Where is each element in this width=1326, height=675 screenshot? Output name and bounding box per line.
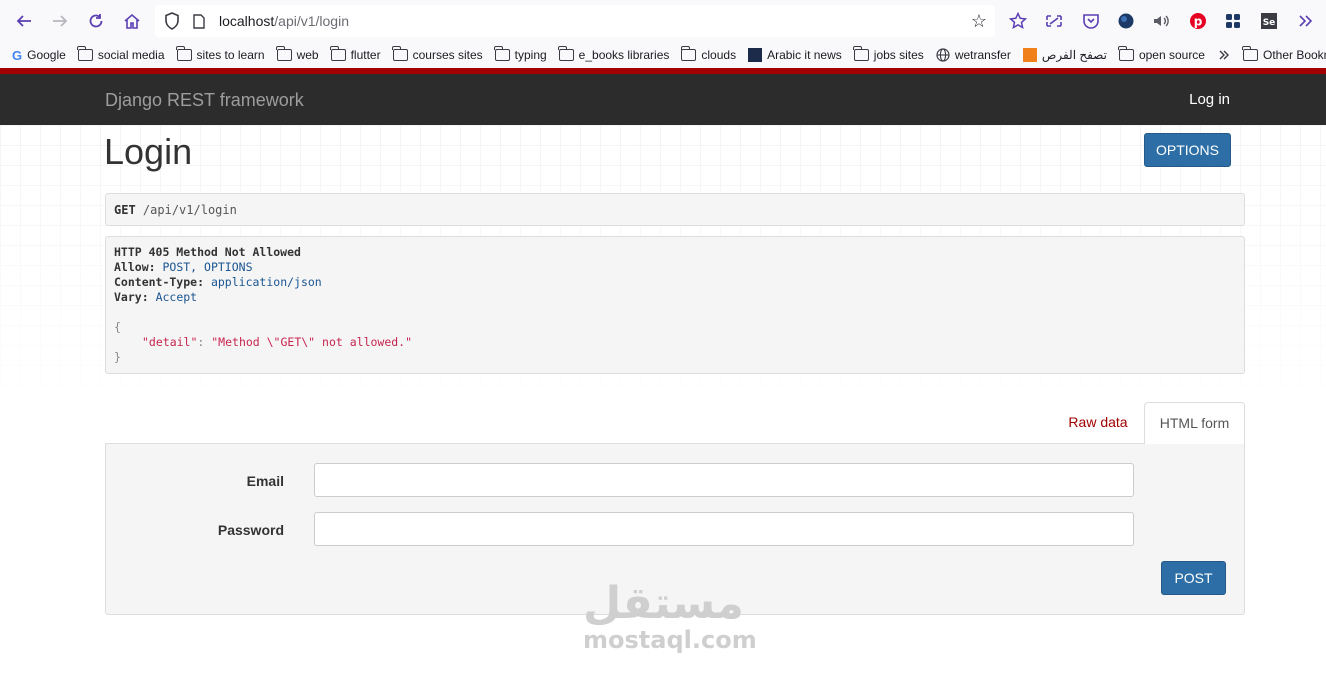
pocket-icon[interactable] — [1080, 10, 1102, 32]
bookmark-site[interactable]: wetransfer — [936, 44, 1011, 66]
request-path: /api/v1/login — [142, 203, 237, 217]
folder-icon — [494, 46, 510, 61]
tab-raw-data[interactable]: Raw data — [1058, 402, 1138, 443]
bookmark-folder[interactable]: sites to learn — [176, 44, 265, 66]
email-label: Email — [246, 473, 284, 489]
response-info: HTTP 405 Method Not Allowed Allow: POST,… — [105, 236, 1245, 374]
folder-icon — [77, 46, 93, 61]
folder-icon — [680, 46, 697, 61]
overflow-menu-icon[interactable] — [1294, 10, 1316, 32]
other-bookmarks[interactable]: Other Bookm — [1242, 44, 1326, 66]
json-close-brace: } — [114, 350, 121, 364]
folder-icon — [853, 46, 869, 61]
tab-html-form[interactable]: HTML form — [1144, 402, 1245, 444]
page-title: Login — [104, 131, 193, 172]
login-link[interactable]: Log in — [1189, 91, 1230, 108]
response-header: Allow: POST, OPTIONS — [114, 260, 253, 274]
bookmark-folder[interactable]: flutter — [330, 44, 381, 66]
folder-icon — [276, 46, 292, 61]
bookmark-folder[interactable]: jobs sites — [853, 44, 924, 66]
extension-star-icon[interactable] — [1007, 10, 1029, 32]
bookmark-site[interactable]: Arabic it news — [748, 44, 842, 66]
svg-text:Se: Se — [1263, 18, 1276, 28]
bookmark-folder[interactable]: clouds — [680, 44, 736, 66]
vpn-globe-icon[interactable] — [1115, 10, 1137, 32]
site-icon — [1022, 48, 1037, 62]
folder-icon — [176, 46, 192, 61]
site-icon — [748, 48, 763, 62]
bookmark-folder[interactable]: social media — [77, 44, 165, 66]
password-label: Password — [217, 522, 284, 538]
password-field[interactable] — [314, 512, 1134, 546]
folder-icon — [392, 46, 408, 61]
request-info: GET /api/v1/login — [105, 193, 1245, 226]
json-body-line: "detail": "Method \"GET\" not allowed." — [142, 335, 413, 349]
request-method: GET — [114, 203, 136, 217]
home-icon[interactable] — [114, 3, 150, 39]
folder-icon — [1242, 46, 1258, 61]
navbar: Django REST framework Log in — [0, 74, 1326, 125]
response-header: Content-Type: application/json — [114, 275, 322, 289]
json-open-brace: { — [114, 320, 121, 334]
folder-icon — [330, 46, 346, 61]
back-arrow-icon[interactable] — [6, 3, 42, 39]
bookmark-folder[interactable]: typing — [494, 44, 547, 66]
speaker-icon[interactable] — [1150, 10, 1172, 32]
watermark: مستقل mostaql.com — [583, 578, 757, 654]
globe-icon — [936, 48, 950, 62]
post-button[interactable]: POST — [1161, 561, 1226, 595]
watermark-arabic: مستقل — [583, 578, 744, 629]
bookmark-google[interactable]: G Google — [12, 44, 66, 66]
bookmarks-bar: G Google social media sites to learn web … — [0, 42, 1326, 68]
extension-screenshot-icon[interactable] — [1043, 10, 1065, 32]
bookmark-folder[interactable]: open source — [1118, 44, 1205, 66]
forward-arrow-icon[interactable] — [42, 3, 78, 39]
bookmarks-overflow-icon[interactable] — [1217, 44, 1231, 66]
email-field[interactable] — [314, 463, 1134, 497]
bookmark-folder[interactable]: courses sites — [392, 44, 483, 66]
svg-text:p: p — [1194, 15, 1203, 29]
selenium-icon[interactable]: Se — [1258, 10, 1280, 32]
shield-icon[interactable] — [163, 12, 181, 30]
url-text[interactable]: localhost/api/v1/login — [219, 13, 349, 29]
bookmark-folder[interactable]: web — [276, 44, 319, 66]
pinterest-icon[interactable]: p — [1187, 10, 1209, 32]
bookmark-folder[interactable]: e_books libraries — [558, 44, 669, 66]
address-bar[interactable]: localhost/api/v1/login ☆ — [155, 5, 995, 37]
brand-link[interactable]: Django REST framework — [105, 90, 304, 111]
response-header: Vary: Accept — [114, 290, 198, 304]
bookmark-site[interactable]: تصفح الفرص — [1022, 44, 1107, 66]
page-icon — [191, 13, 207, 29]
watermark-latin: mostaql.com — [583, 626, 757, 654]
response-status: HTTP 405 Method Not Allowed — [114, 245, 301, 259]
bookmark-star-icon[interactable]: ☆ — [969, 11, 989, 31]
google-icon: G — [12, 47, 23, 63]
options-button[interactable]: OPTIONS — [1144, 133, 1231, 167]
folder-icon — [558, 46, 574, 61]
reload-icon[interactable] — [78, 3, 114, 39]
grid-extension-icon[interactable] — [1222, 10, 1244, 32]
folder-icon — [1118, 46, 1134, 61]
